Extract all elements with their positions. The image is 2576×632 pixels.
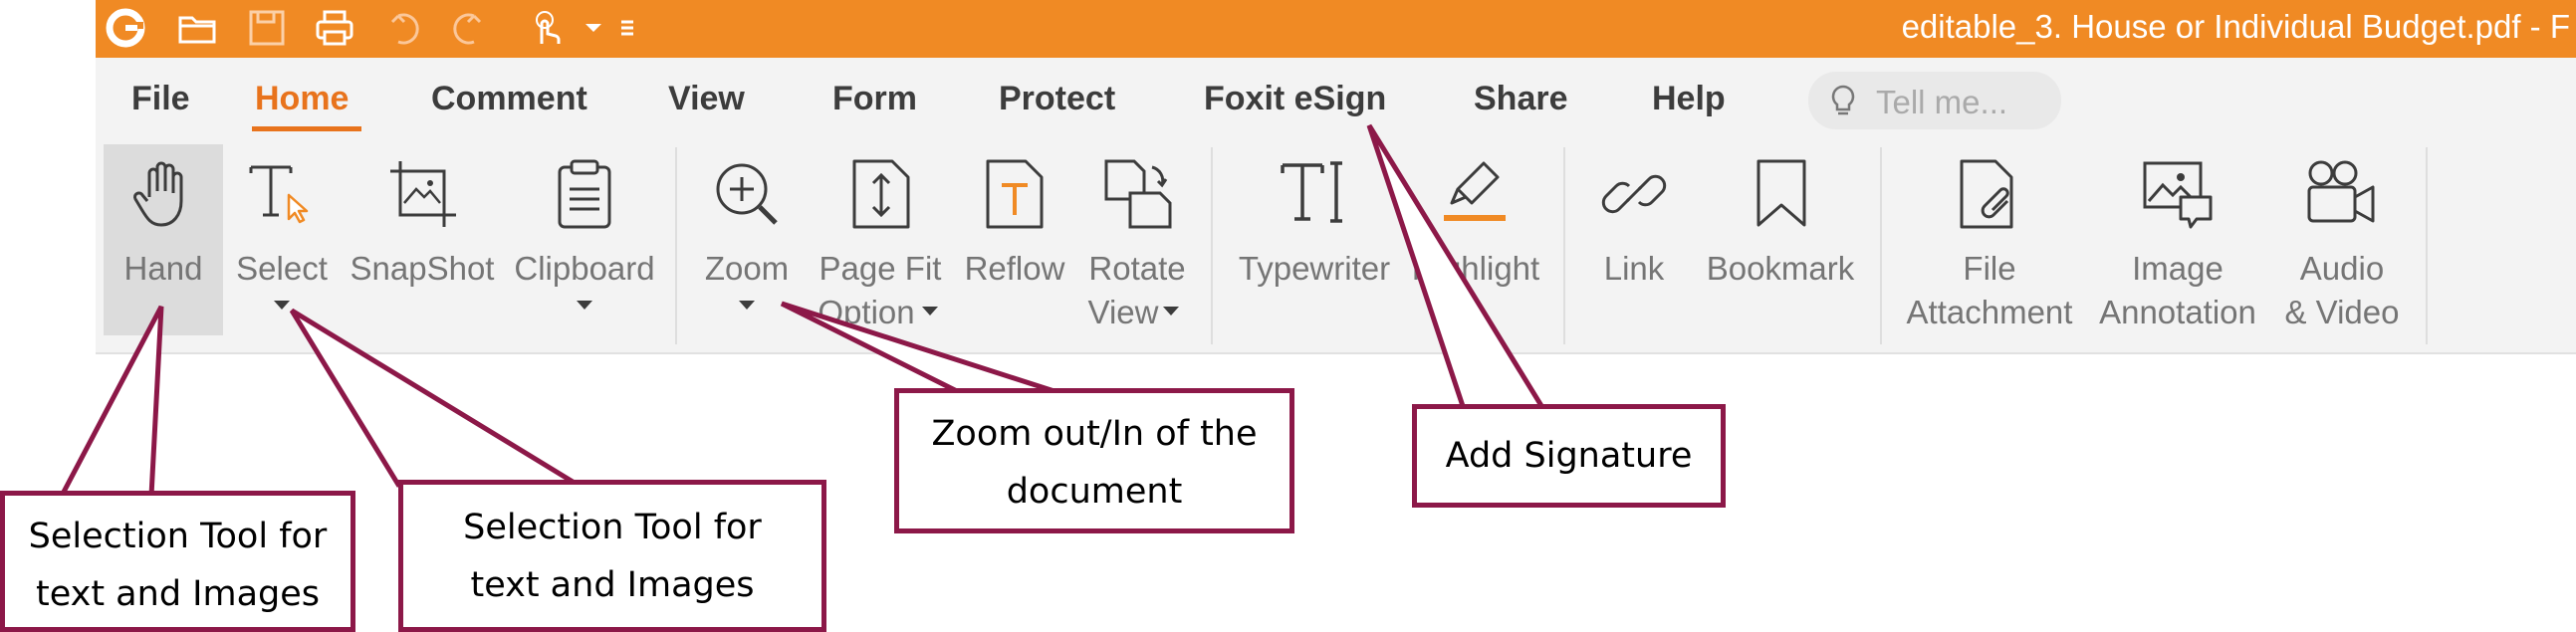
select-callout-line1: Selection Tool for (463, 508, 762, 547)
esign-callout-pointer (1366, 123, 1548, 412)
hand-callout-line2: text and Images (35, 574, 321, 614)
hand-callout-line1: Selection Tool for (28, 517, 328, 556)
zoom-callout-line2: document (1006, 472, 1183, 512)
zoom-callout-line1: Zoom out/In of the (931, 414, 1258, 454)
select-callout-pointer (289, 308, 586, 488)
hand-callout-pointer (57, 305, 164, 499)
zoom-callout-box: Zoom out/In of the document (894, 388, 1294, 533)
select-callout-line2: text and Images (470, 565, 755, 605)
esign-callout-line1: Add Signature (1445, 436, 1693, 476)
callout-pointers (57, 123, 1548, 499)
zoom-callout-pointer (780, 301, 1061, 396)
hand-callout-box: Selection Tool for text and Images (0, 491, 355, 632)
esign-callout-box: Add Signature (1412, 404, 1726, 508)
select-callout-box: Selection Tool for text and Images (398, 480, 826, 632)
